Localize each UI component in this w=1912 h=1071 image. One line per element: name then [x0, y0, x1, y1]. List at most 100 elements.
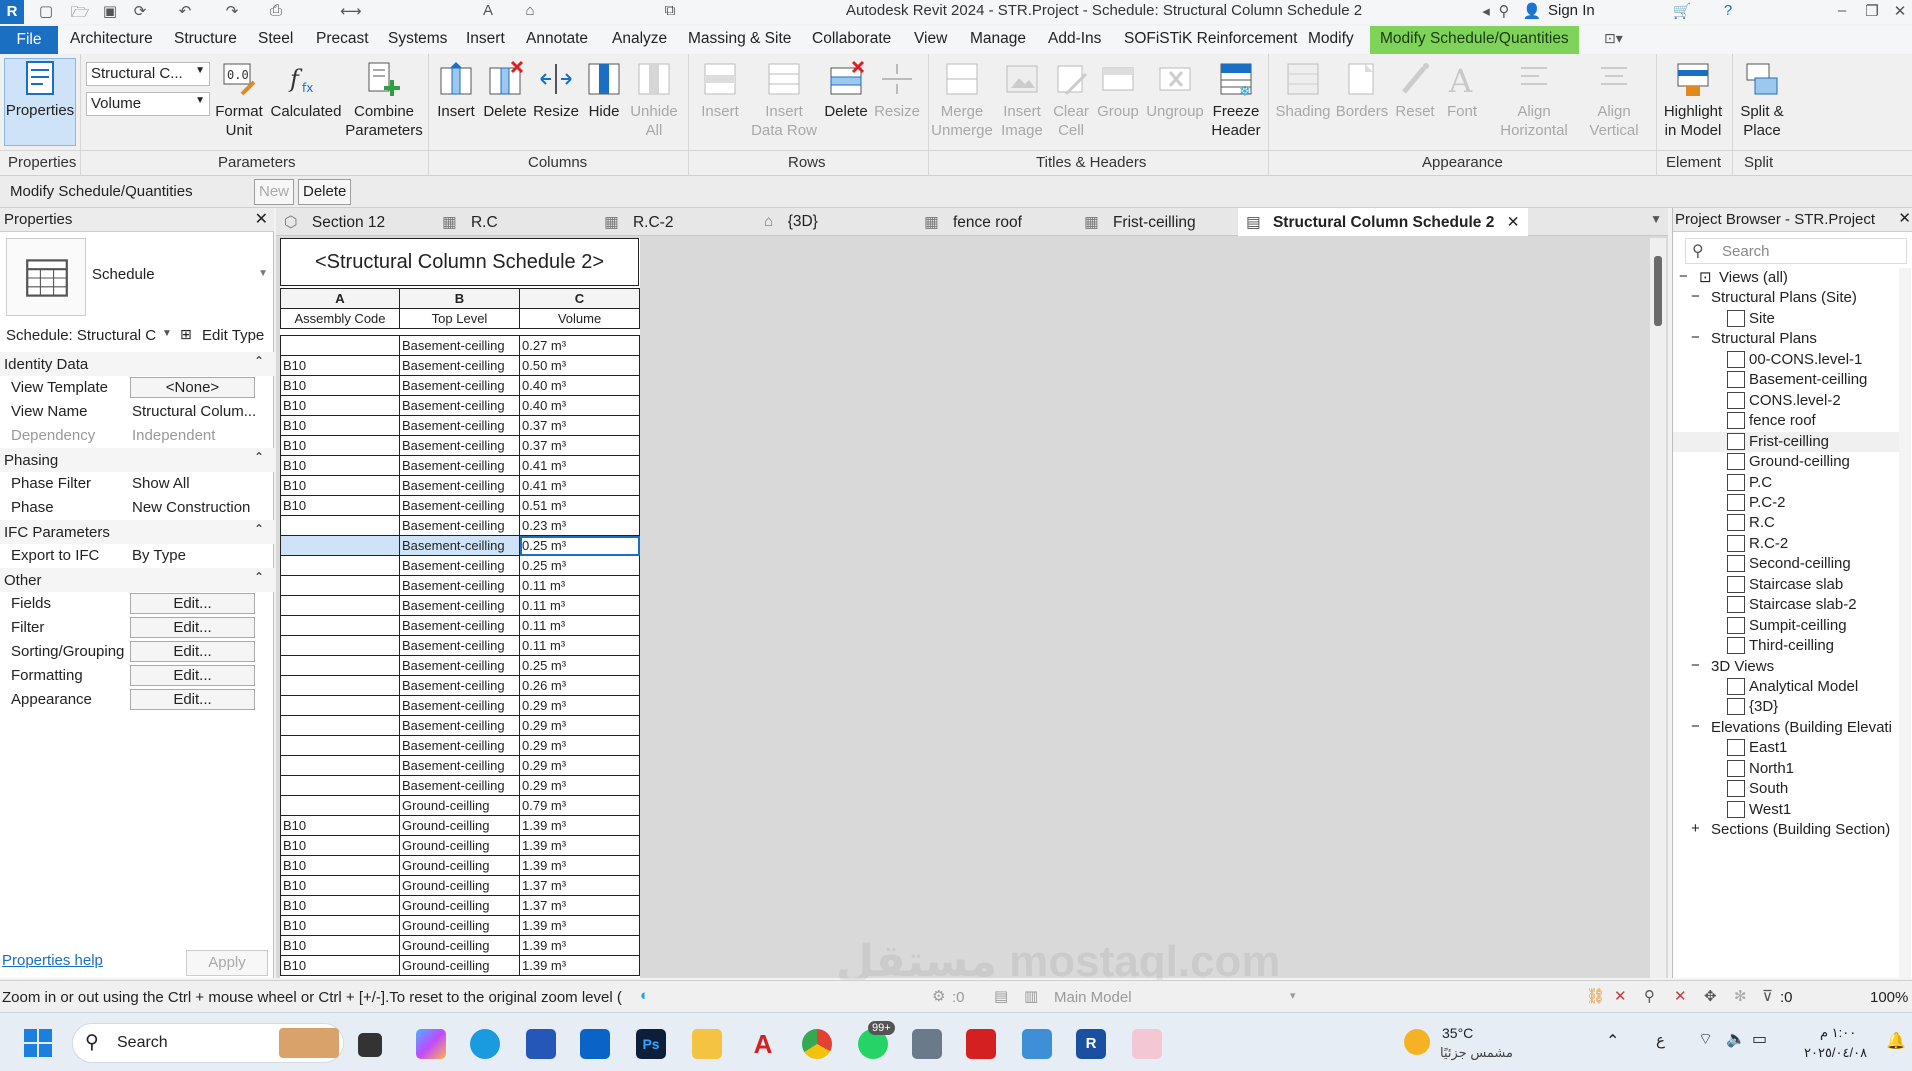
- tab-r-c-2[interactable]: ▦ R.C-2: [604, 213, 673, 232]
- new-button[interactable]: New: [254, 179, 295, 205]
- reset-button[interactable]: Reset: [1392, 60, 1438, 121]
- font-button[interactable]: A Font: [1440, 60, 1484, 121]
- table-cell[interactable]: Basement-ceilling: [399, 695, 520, 716]
- table-cell[interactable]: 0.40 m³: [519, 395, 640, 416]
- binoculars-icon[interactable]: ⚲: [1494, 2, 1514, 20]
- column-letter[interactable]: A: [280, 288, 400, 309]
- table-cell[interactable]: Basement-ceilling: [399, 335, 520, 356]
- table-cell[interactable]: 1.39 m³: [519, 915, 640, 936]
- table-cell[interactable]: B10: [280, 895, 400, 916]
- table-cell[interactable]: Basement-ceilling: [399, 575, 520, 596]
- switch-windows-icon[interactable]: ⧉: [660, 2, 680, 20]
- table-cell[interactable]: [280, 655, 400, 676]
- edge-icon[interactable]: [470, 1029, 500, 1059]
- fields-edit-button[interactable]: Edit...: [130, 593, 255, 614]
- measure-icon[interactable]: ⟷: [340, 2, 362, 20]
- table-cell[interactable]: Basement-ceilling: [399, 715, 520, 736]
- table-row[interactable]: B10 Basement-ceilling 0.40 m³: [280, 375, 640, 396]
- table-cell[interactable]: [280, 675, 400, 696]
- table-cell[interactable]: B10: [280, 875, 400, 896]
- table-cell[interactable]: Basement-ceilling: [399, 675, 520, 696]
- cart-icon[interactable]: 🛒: [1672, 2, 1692, 20]
- table-cell[interactable]: 0.11 m³: [519, 635, 640, 656]
- acrobat-icon[interactable]: [966, 1029, 996, 1059]
- search-back-icon[interactable]: ◂: [1476, 2, 1496, 20]
- delete-button[interactable]: Delete: [298, 179, 352, 205]
- background-process-icon[interactable]: ✻: [1734, 987, 1747, 1005]
- expand-icon[interactable]: +: [1691, 820, 1700, 837]
- input-language[interactable]: ع: [1656, 1031, 1665, 1049]
- table-cell[interactable]: 1.37 m³: [519, 895, 640, 916]
- table-cell[interactable]: 0.37 m³: [519, 415, 640, 436]
- instance-selector[interactable]: Schedule: Structural C ▼: [4, 324, 174, 348]
- browser-item[interactable]: P.C-2: [1673, 493, 1899, 513]
- redo-icon[interactable]: ↷: [222, 2, 242, 20]
- worksharing-icon[interactable]: ◐: [640, 987, 649, 1004]
- table-cell[interactable]: Basement-ceilling: [399, 615, 520, 636]
- insert-image-button[interactable]: Insert Image: [996, 60, 1048, 140]
- browser-item[interactable]: Analytical Model: [1673, 677, 1899, 697]
- table-row[interactable]: B10 Ground-ceilling 1.39 m³: [280, 935, 640, 956]
- browser-item[interactable]: − Structural Plans (Site): [1673, 288, 1899, 308]
- column-letter[interactable]: B: [399, 288, 520, 309]
- home-icon[interactable]: ⌂: [520, 2, 540, 20]
- ungroup-button[interactable]: Ungroup: [1144, 60, 1206, 121]
- table-cell[interactable]: B10: [280, 815, 400, 836]
- table-cell[interactable]: Basement-ceilling: [399, 475, 520, 496]
- table-cell[interactable]: Basement-ceilling: [399, 655, 520, 676]
- browser-scrollbar[interactable]: [1899, 268, 1911, 978]
- collapse-icon[interactable]: ⌃: [254, 354, 264, 368]
- table-cell[interactable]: [280, 795, 400, 816]
- table-cell[interactable]: 0.29 m³: [519, 715, 640, 736]
- tab-structural-column-schedule-2[interactable]: ▤ Structural Column Schedule 2 ✕: [1238, 208, 1528, 236]
- tab-add-ins[interactable]: Add-Ins: [1048, 30, 1101, 48]
- table-cell[interactable]: Basement-ceilling: [399, 415, 520, 436]
- sorting-grouping-edit-button[interactable]: Edit...: [130, 641, 255, 662]
- text-icon[interactable]: A: [478, 2, 498, 20]
- parameter-dropdown-2[interactable]: Volume ▼: [86, 92, 210, 116]
- table-row[interactable]: Basement-ceilling 0.11 m³: [280, 575, 640, 596]
- table-cell[interactable]: Basement-ceilling: [399, 435, 520, 456]
- autocad-icon[interactable]: A: [748, 1029, 778, 1059]
- browser-search[interactable]: ⚲ Search: [1685, 238, 1907, 264]
- browser-item[interactable]: {3D}: [1673, 697, 1899, 717]
- table-cell[interactable]: Basement-ceilling: [399, 375, 520, 396]
- open-icon[interactable]: ▢: [36, 2, 56, 20]
- table-cell[interactable]: Ground-ceilling: [399, 835, 520, 856]
- properties-button[interactable]: Properties: [4, 58, 76, 146]
- table-row[interactable]: B10 Ground-ceilling 1.39 m³: [280, 955, 640, 976]
- revit-logo[interactable]: R: [0, 0, 24, 24]
- table-cell[interactable]: [280, 775, 400, 796]
- tab-systems[interactable]: Systems: [388, 30, 447, 48]
- table-cell[interactable]: 0.79 m³: [519, 795, 640, 816]
- browser-item[interactable]: Frist-ceilling: [1673, 431, 1899, 452]
- edit-type-button[interactable]: ⊞ Edit Type: [180, 324, 270, 348]
- table-cell[interactable]: B10: [280, 495, 400, 516]
- close-icon[interactable]: ✕: [255, 209, 268, 229]
- collapse-icon[interactable]: −: [1691, 657, 1700, 674]
- table-row[interactable]: Basement-ceilling 0.25 m³: [280, 535, 640, 556]
- tab-steel[interactable]: Steel: [258, 30, 293, 48]
- section-other[interactable]: Other ⌃: [0, 568, 274, 592]
- tab-section-12[interactable]: ⬡ Section 12: [284, 213, 385, 232]
- sign-in-link[interactable]: Sign In: [1548, 2, 1595, 19]
- tab-massing-site[interactable]: Massing & Site: [688, 30, 791, 48]
- table-row[interactable]: Basement-ceilling 0.27 m³: [280, 335, 640, 356]
- table-cell[interactable]: 0.50 m³: [519, 355, 640, 376]
- table-cell[interactable]: [280, 335, 400, 356]
- table-row[interactable]: B10 Basement-ceilling 0.37 m³: [280, 415, 640, 436]
- collapse-icon[interactable]: ⌃: [254, 570, 264, 584]
- table-row[interactable]: Basement-ceilling 0.25 m³: [280, 555, 640, 576]
- table-row[interactable]: B10 Basement-ceilling 0.51 m³: [280, 495, 640, 516]
- column-letter[interactable]: C: [519, 288, 640, 309]
- section-ifc-parameters[interactable]: IFC Parameters ⌃: [0, 520, 274, 544]
- table-cell[interactable]: 0.25 m³: [519, 535, 640, 556]
- table-row[interactable]: B10 Ground-ceilling 1.37 m³: [280, 895, 640, 916]
- table-cell[interactable]: 0.29 m³: [519, 735, 640, 756]
- table-cell[interactable]: B10: [280, 455, 400, 476]
- folder-icon[interactable]: 🗁: [70, 2, 90, 21]
- table-cell[interactable]: 0.11 m³: [519, 595, 640, 616]
- table-cell[interactable]: Basement-ceilling: [399, 535, 520, 556]
- table-row[interactable]: Basement-ceilling 0.29 m³: [280, 755, 640, 776]
- column-delete-button[interactable]: Delete: [480, 60, 530, 121]
